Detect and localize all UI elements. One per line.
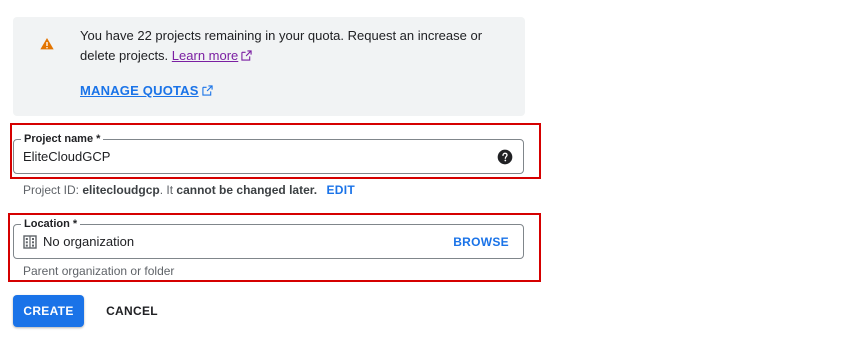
project-name-field[interactable]: Project name * EliteCloudGCP [13,132,524,174]
quota-message-text: You have 22 projects remaining in your q… [80,28,483,63]
location-field[interactable]: Location * No organization BROWSE [13,217,524,259]
project-name-label: Project name * [21,132,104,146]
quota-message: You have 22 projects remaining in your q… [80,26,500,66]
create-button[interactable]: CREATE [13,295,84,327]
external-link-icon [202,85,213,96]
project-id-value: elitecloudgcp [82,183,160,197]
location-helper-text: Parent organization or folder [23,264,175,278]
quota-notice: You have 22 projects remaining in your q… [13,17,525,116]
browse-button[interactable]: BROWSE [453,235,509,249]
edit-project-id-button[interactable]: EDIT [326,183,355,197]
external-link-icon [241,50,252,61]
manage-quotas-link[interactable]: MANAGE QUOTAS [80,83,213,98]
warning-triangle-icon [40,38,54,50]
project-id-helper: Project ID: elitecloudgcp. It cannot be … [23,183,355,197]
location-value: No organization [43,234,135,249]
project-name-input[interactable]: EliteCloudGCP [23,149,110,165]
building-icon [23,235,37,249]
help-circle-icon[interactable] [497,149,513,165]
learn-more-link[interactable]: Learn more [172,48,252,63]
location-label: Location * [21,217,81,231]
cancel-button[interactable]: CANCEL [98,295,166,327]
